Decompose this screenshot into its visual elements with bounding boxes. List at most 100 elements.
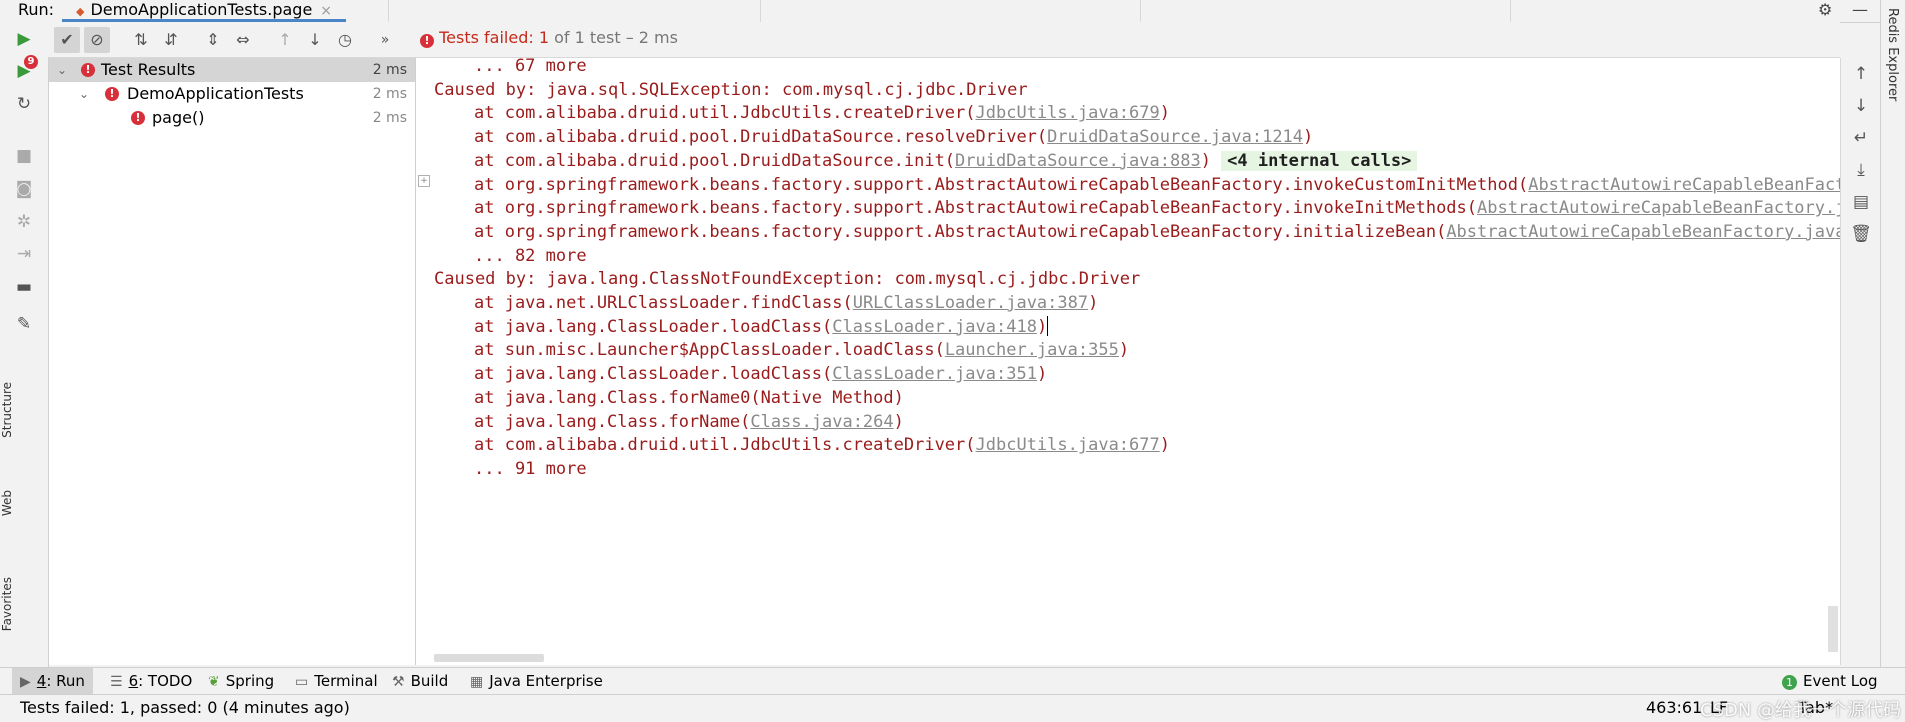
tree-row-page[interactable]: ! page() 2 ms [49, 106, 415, 130]
frame-suffix: ) [1200, 150, 1222, 171]
expand-all-icon[interactable]: ⇕ [200, 27, 226, 53]
test-history-icon[interactable]: ◷ [332, 27, 358, 53]
source-link[interactable]: URLClassLoader.java:387 [853, 293, 1088, 313]
frame-text: at java.lang.ClassLoader.loadClass( [474, 364, 833, 385]
structure-edge-label[interactable]: Structure [0, 382, 14, 438]
source-link[interactable]: DruidDataSource.java:883 [955, 151, 1201, 171]
minimize-icon[interactable]: — [1852, 0, 1868, 19]
vertical-scrollbar[interactable] [1828, 606, 1838, 652]
stack-trace-line: at org.springframework.beans.factory.sup… [474, 218, 1840, 247]
redis-explorer-tab[interactable]: Redis Explorer [1885, 8, 1900, 101]
source-link[interactable]: Class.java:264 [750, 412, 893, 432]
line-text: at java.lang.Class.forName0(Native Metho… [474, 387, 904, 408]
status-message[interactable]: Tests failed: 1, passed: 0 (4 minutes ag… [20, 698, 350, 717]
more-actions-icon[interactable]: » [372, 27, 398, 53]
frame-suffix: ) [1118, 340, 1130, 361]
line-text: ... 91 more [474, 458, 587, 479]
bug-icon[interactable]: ✲ [12, 210, 36, 234]
frame-suffix: ) [1159, 103, 1170, 124]
arrow-down-icon[interactable]: ↓ [1849, 96, 1873, 120]
toggle-auto-test-icon[interactable]: ↻ [12, 92, 36, 116]
show-ignored-icon[interactable]: ⊘ [84, 27, 110, 53]
chevron-down-icon[interactable]: ⌄ [79, 82, 89, 106]
tool-window-bar: ▶ 4: Run ☰ 6: TODO ❦ Spring ▭ Terminal ⚒ Buil… [0, 667, 1905, 695]
camera-icon[interactable]: ◙ [12, 177, 36, 201]
tool-window-spring[interactable]: ❦ Spring [208, 668, 274, 695]
divider [1510, 0, 1511, 22]
previous-failed-icon[interactable]: ↑ [272, 27, 298, 53]
show-passed-icon[interactable]: ✔ [54, 27, 80, 53]
collapse-all-icon[interactable]: ⇔ [230, 27, 256, 53]
tree-row-label: Test Results [101, 60, 196, 79]
frame-text: at org.springframework.beans.factory.sup… [474, 221, 1447, 242]
tree-row-duration: 2 ms [372, 62, 407, 78]
source-link[interactable]: AbstractAutowireCapableBeanFactory.java [1477, 198, 1840, 218]
caret-position[interactable]: 463:61 [1646, 698, 1702, 717]
next-failed-icon[interactable]: ↓ [302, 27, 328, 53]
pin-icon[interactable]: ✎ [12, 312, 36, 336]
source-link[interactable]: JdbcUtils.java:677 [976, 435, 1160, 455]
frame-suffix: ) [1036, 364, 1048, 385]
source-link[interactable]: ClassLoader.java:351 [832, 364, 1037, 384]
frame-text: at java.lang.ClassLoader.loadClass( [474, 316, 833, 337]
right-tool-window-strip: Redis Explorer [1880, 0, 1905, 667]
tool-window-java-enterprise[interactable]: ▦ Java Enterprise [470, 668, 603, 695]
frame-text: at sun.misc.Launcher$AppClassLoader.load… [474, 340, 945, 361]
status-prefix: Tests failed: [439, 28, 539, 47]
source-link[interactable]: JdbcUtils.java:679 [976, 103, 1160, 123]
test-runner-toolbar: ✔ ⊘ ⇅ ⇵ ⇕ ⇔ ↑ ↓ ◷ » ! Tests failed: 1 of… [48, 22, 1840, 58]
tool-window-terminal[interactable]: ▭ Terminal [295, 668, 378, 695]
scroll-to-end-icon[interactable]: ⤓ [1849, 160, 1873, 184]
failed-count: 1 [538, 28, 550, 47]
web-edge-label[interactable]: Web [0, 490, 14, 516]
java-enterprise-icon: ▦ [470, 674, 484, 690]
event-count-badge: 1 [1782, 675, 1797, 690]
expand-fold-icon[interactable]: + [418, 175, 430, 187]
frame-text: at java.lang.Class.forName( [474, 411, 751, 432]
frame-text: at com.alibaba.druid.util.JdbcUtils.crea… [474, 435, 976, 456]
run-tool-strip: ▶ ▶ 9 ↻ ■ ◙ ✲ ⇥ ▬ ✎ Structure Web Favorit… [0, 22, 49, 667]
source-link[interactable]: Launcher.java:355 [945, 340, 1119, 360]
tab-label: DemoApplicationTests.page [90, 0, 313, 19]
source-link[interactable]: DruidDataSource.java:1214 [1047, 127, 1303, 147]
source-link[interactable]: ClassLoader.java:418 [832, 317, 1037, 337]
layout-icon[interactable]: ▬ [12, 275, 36, 299]
rerun-failed-icon[interactable]: ▶ 9 [12, 55, 38, 83]
stop-icon[interactable]: ■ [12, 144, 36, 168]
tool-window-run[interactable]: ▶ 4: Run [12, 668, 93, 695]
failed-count-badge: 9 [24, 55, 38, 69]
sort-alphabetically-icon[interactable]: ⇅ [128, 27, 154, 53]
tree-row-test-results[interactable]: ⌄ ! Test Results 2 ms [49, 58, 415, 82]
source-link[interactable]: AbstractAutowireCapableBeanFactory [1528, 175, 1840, 195]
frame-suffix: ) [1036, 316, 1048, 337]
tab-demo-application-tests-page[interactable]: ◆ DemoApplicationTests.page × [62, 0, 347, 22]
source-link[interactable]: AbstractAutowireCapableBeanFactory.java:… [1446, 222, 1840, 242]
run-label: Run: [18, 0, 55, 19]
tool-window-label: Build [410, 672, 449, 690]
line-text: Caused by: java.lang.ClassNotFoundExcept… [434, 269, 1141, 290]
soft-wrap-icon[interactable]: ↵ [1849, 128, 1873, 152]
error-icon: ! [81, 63, 95, 77]
test-status-summary: ! Tests failed: 1 of 1 test – 2 ms [420, 28, 678, 48]
tool-window-event-log[interactable]: 1 Event Log [1782, 668, 1878, 695]
arrow-up-icon[interactable]: ↑ [1849, 64, 1873, 88]
sort-by-duration-icon[interactable]: ⇵ [158, 27, 184, 53]
favorites-edge-label[interactable]: Favorites [0, 577, 14, 631]
tool-window-label: Terminal [314, 672, 378, 690]
horizontal-scrollbar[interactable] [434, 654, 544, 662]
tool-window-build[interactable]: ⚒ Build [392, 668, 448, 695]
tool-window-todo[interactable]: ☰ 6: TODO [110, 668, 192, 695]
close-icon[interactable]: × [320, 3, 332, 19]
internal-calls-fold[interactable]: <4 internal calls> [1221, 150, 1418, 171]
exit-icon[interactable]: ⇥ [12, 242, 36, 266]
print-icon[interactable]: ▤ [1849, 192, 1873, 216]
tree-row-demo-application-tests[interactable]: ⌄ ! DemoApplicationTests 2 ms [49, 82, 415, 106]
test-config-icon: ◆ [76, 5, 85, 18]
trash-icon[interactable]: 🗑 [1849, 224, 1873, 248]
frame-suffix: ) [1159, 435, 1170, 456]
chevron-down-icon[interactable]: ⌄ [57, 58, 67, 82]
stack-trace-line: ... 91 more [474, 455, 587, 484]
console-output[interactable]: + ... 67 more Caused by: java.sql.SQLExce… [416, 58, 1840, 665]
rerun-icon[interactable]: ▶ [12, 27, 36, 51]
gear-icon[interactable]: ⚙ [1818, 0, 1832, 19]
